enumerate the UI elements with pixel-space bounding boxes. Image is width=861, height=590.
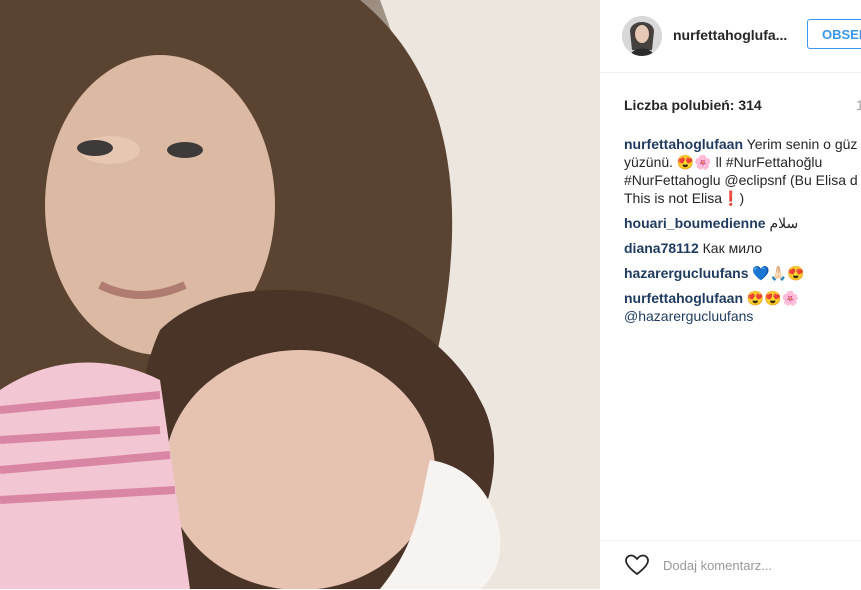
post-footer: Dodaj komentarz... [600,540,861,590]
comment-text: Yerim senin o güz [746,136,858,152]
comment-text: 💙🙏🏻😍 [752,265,805,281]
post-photo [0,0,600,589]
post-details-panel: nurfettahoglufa... OBSERWUJ Liczba polub… [600,0,861,589]
avatar[interactable] [622,16,662,56]
post-time[interactable]: 1 [856,97,861,113]
add-comment-input[interactable]: Dodaj komentarz... [663,558,772,573]
comment-text: Как мило [702,240,763,256]
comment: diana78112 Как мило [624,239,861,257]
post-username[interactable]: nurfettahoglufa... [673,27,787,43]
comment: nurfettahoglufaan Yerim senin o güz yüzü… [624,135,861,207]
comment-username[interactable]: diana78112 [624,240,699,256]
comment-username[interactable]: houari_boumedienne [624,215,766,231]
comment-mention[interactable]: @hazarergucluufans [624,308,753,324]
likes-count[interactable]: Liczba polubień: 314 [624,97,762,113]
comment-text: yüzünü. 😍🌸 ll #NurFettahoğlu [624,154,823,170]
comment: nurfettahoglufaan 😍😍🌸 @hazarergucluufans [624,289,861,325]
comment-text: سلام [769,215,799,231]
comment-text: This is not Elisa❗) [624,190,745,206]
comment-text: 😍😍🌸 [746,290,800,306]
comment-text: #NurFettahoglu @eclipsnf (Bu Elisa d [624,172,858,188]
comment: hazarergucluufans 💙🙏🏻😍 [624,264,861,282]
comment-username[interactable]: nurfettahoglufaan [624,136,743,152]
comment-username[interactable]: nurfettahoglufaan [624,290,743,306]
post-header: nurfettahoglufa... OBSERWUJ [600,0,861,73]
follow-button[interactable]: OBSERWUJ [807,19,861,49]
comments-list: nurfettahoglufaan Yerim senin o güz yüzü… [624,135,861,332]
heart-icon[interactable] [624,553,650,577]
comment: houari_boumedienne سلام [624,214,861,232]
comment-username[interactable]: hazarergucluufans [624,265,748,281]
